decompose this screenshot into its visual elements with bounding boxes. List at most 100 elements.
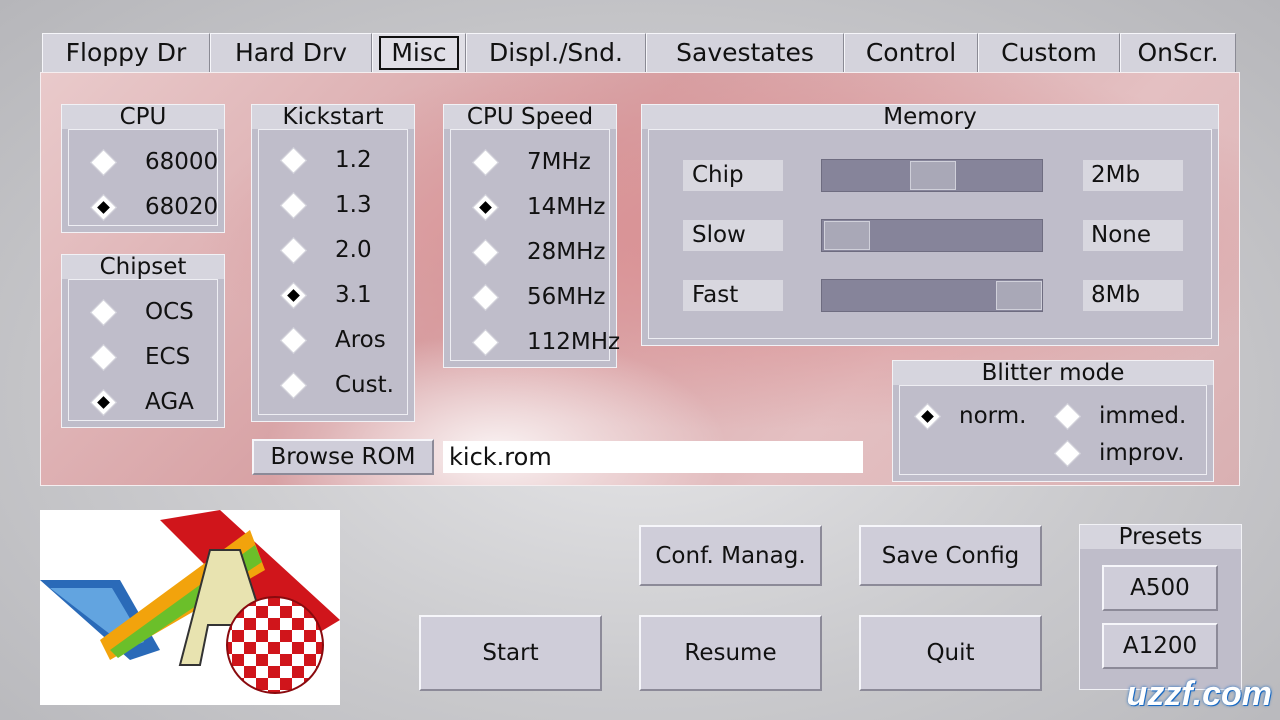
cpu-option-68020[interactable]: 68020: [69, 187, 218, 227]
fast-mem-slider[interactable]: [821, 279, 1043, 312]
cpu-speed-title: CPU Speed: [444, 105, 616, 129]
kickstart-option-3-1[interactable]: 3.1: [259, 275, 372, 315]
cpu-speed-option-7mhz[interactable]: 7MHz: [451, 142, 591, 182]
blitter-option-improved[interactable]: improv.: [1040, 433, 1185, 473]
radio-label: 1.2: [335, 147, 372, 173]
tab-hard-drive[interactable]: Hard Drv: [210, 33, 372, 73]
radio-diamond-icon: [280, 326, 307, 354]
kickstart-option-aros[interactable]: Aros: [259, 320, 386, 360]
rom-path-field[interactable]: kick.rom: [443, 441, 863, 473]
kickstart-option-1-3[interactable]: 1.3: [259, 185, 372, 225]
cpu-speed-group: CPU Speed 7MHz 14MHz 28MHz 56MHz 112MHz: [443, 104, 620, 368]
tab-control[interactable]: Control: [844, 33, 978, 73]
chip-mem-label: Chip: [683, 160, 783, 191]
cpu-option-68000[interactable]: 68000: [69, 142, 218, 182]
chip-mem-slider[interactable]: [821, 159, 1043, 192]
blitter-mode-title: Blitter mode: [893, 361, 1213, 385]
cpu-speed-option-112mhz[interactable]: 112MHz: [451, 322, 620, 362]
radio-label: OCS: [145, 299, 194, 325]
tab-label: Hard Drv: [234, 38, 348, 67]
radio-label: Aros: [335, 327, 386, 353]
preset-a500-button[interactable]: A500: [1102, 565, 1218, 611]
slow-mem-slider-thumb[interactable]: [824, 221, 870, 250]
start-button[interactable]: Start: [419, 615, 602, 691]
radio-diamond-icon: [280, 371, 307, 399]
radio-label: 28MHz: [527, 239, 606, 265]
chip-mem-slider-thumb[interactable]: [910, 161, 956, 190]
fast-mem-value: 8Mb: [1083, 280, 1183, 311]
radio-label: 56MHz: [527, 284, 606, 310]
chip-mem-value: 2Mb: [1083, 160, 1183, 191]
resume-button[interactable]: Resume: [639, 615, 822, 691]
radio-diamond-icon: [280, 236, 307, 264]
tab-label: Misc: [379, 36, 459, 70]
radio-label: 68020: [145, 194, 219, 220]
misc-settings-panel: CPU 68000 68020 Chipset OCS ECS AGA Kick…: [40, 72, 1240, 486]
tab-label: Displ./Snd.: [489, 38, 623, 67]
cpu-title: CPU: [62, 105, 224, 129]
radio-diamond-selected-icon: [90, 193, 117, 221]
radio-diamond-icon: [90, 343, 117, 371]
radio-label: 3.1: [335, 282, 372, 308]
radio-label: 7MHz: [527, 149, 591, 175]
blitter-mode-group: Blitter mode norm. immed. improv.: [892, 360, 1214, 482]
memory-title: Memory: [642, 105, 1218, 129]
tab-label: Floppy Dr: [65, 38, 187, 67]
tab-onscreen[interactable]: OnScr.: [1120, 33, 1236, 73]
presets-group: Presets A500 A1200: [1079, 524, 1242, 690]
cpu-speed-option-56mhz[interactable]: 56MHz: [451, 277, 605, 317]
browse-rom-button[interactable]: Browse ROM: [252, 439, 434, 475]
presets-title: Presets: [1080, 525, 1241, 549]
radio-diamond-icon: [472, 283, 499, 311]
fast-mem-slider-thumb[interactable]: [996, 281, 1042, 310]
radio-label: immed.: [1099, 403, 1187, 429]
save-config-button[interactable]: Save Config: [859, 525, 1042, 586]
watermark: uzzf.com: [1126, 675, 1272, 713]
tab-label: Savestates: [676, 38, 814, 67]
tab-misc[interactable]: Misc: [372, 33, 466, 73]
radio-label: Cust.: [335, 372, 394, 398]
radio-label: 68000: [145, 149, 219, 175]
blitter-option-normal[interactable]: norm.: [900, 396, 1026, 436]
tab-label: Custom: [1001, 38, 1097, 67]
uae-logo: [40, 510, 340, 705]
radio-label: improv.: [1099, 440, 1185, 466]
chipset-group: Chipset OCS ECS AGA: [61, 254, 225, 428]
radio-label: 1.3: [335, 192, 372, 218]
blitter-option-immediate[interactable]: immed.: [1040, 396, 1186, 436]
cpu-speed-option-28mhz[interactable]: 28MHz: [451, 232, 605, 272]
cpu-speed-option-14mhz[interactable]: 14MHz: [451, 187, 605, 227]
tab-savestates[interactable]: Savestates: [646, 33, 844, 73]
fast-mem-label: Fast: [683, 280, 783, 311]
radio-label: AGA: [145, 389, 194, 415]
tab-floppy-drive[interactable]: Floppy Dr: [42, 33, 210, 73]
radio-diamond-selected-icon: [90, 388, 117, 416]
slow-mem-slider[interactable]: [821, 219, 1043, 252]
radio-diamond-icon: [90, 148, 117, 176]
radio-diamond-selected-icon: [280, 281, 307, 309]
config-manager-button[interactable]: Conf. Manag.: [639, 525, 822, 586]
radio-diamond-selected-icon: [472, 193, 499, 221]
radio-diamond-icon: [280, 191, 307, 219]
kickstart-option-1-2[interactable]: 1.2: [259, 140, 372, 180]
radio-diamond-icon: [90, 298, 117, 326]
slow-mem-value: None: [1083, 220, 1183, 251]
kickstart-option-2-0[interactable]: 2.0: [259, 230, 372, 270]
kickstart-group: Kickstart 1.2 1.3 2.0 3.1 Aros Cust.: [251, 104, 415, 422]
amiga-logo-icon: [40, 510, 340, 694]
radio-label: 112MHz: [527, 329, 621, 355]
radio-diamond-icon: [1054, 439, 1081, 467]
tab-label: OnScr.: [1137, 38, 1219, 67]
tab-custom[interactable]: Custom: [978, 33, 1120, 73]
chipset-option-ecs[interactable]: ECS: [69, 337, 190, 377]
quit-button[interactable]: Quit: [859, 615, 1042, 691]
chipset-option-aga[interactable]: AGA: [69, 382, 194, 422]
radio-label: 14MHz: [527, 194, 606, 220]
radio-diamond-icon: [472, 238, 499, 266]
kickstart-option-custom[interactable]: Cust.: [259, 365, 394, 405]
chipset-option-ocs[interactable]: OCS: [69, 292, 194, 332]
radio-diamond-selected-icon: [914, 402, 941, 430]
radio-diamond-icon: [280, 146, 307, 174]
preset-a1200-button[interactable]: A1200: [1102, 623, 1218, 669]
tab-display-sound[interactable]: Displ./Snd.: [466, 33, 646, 73]
